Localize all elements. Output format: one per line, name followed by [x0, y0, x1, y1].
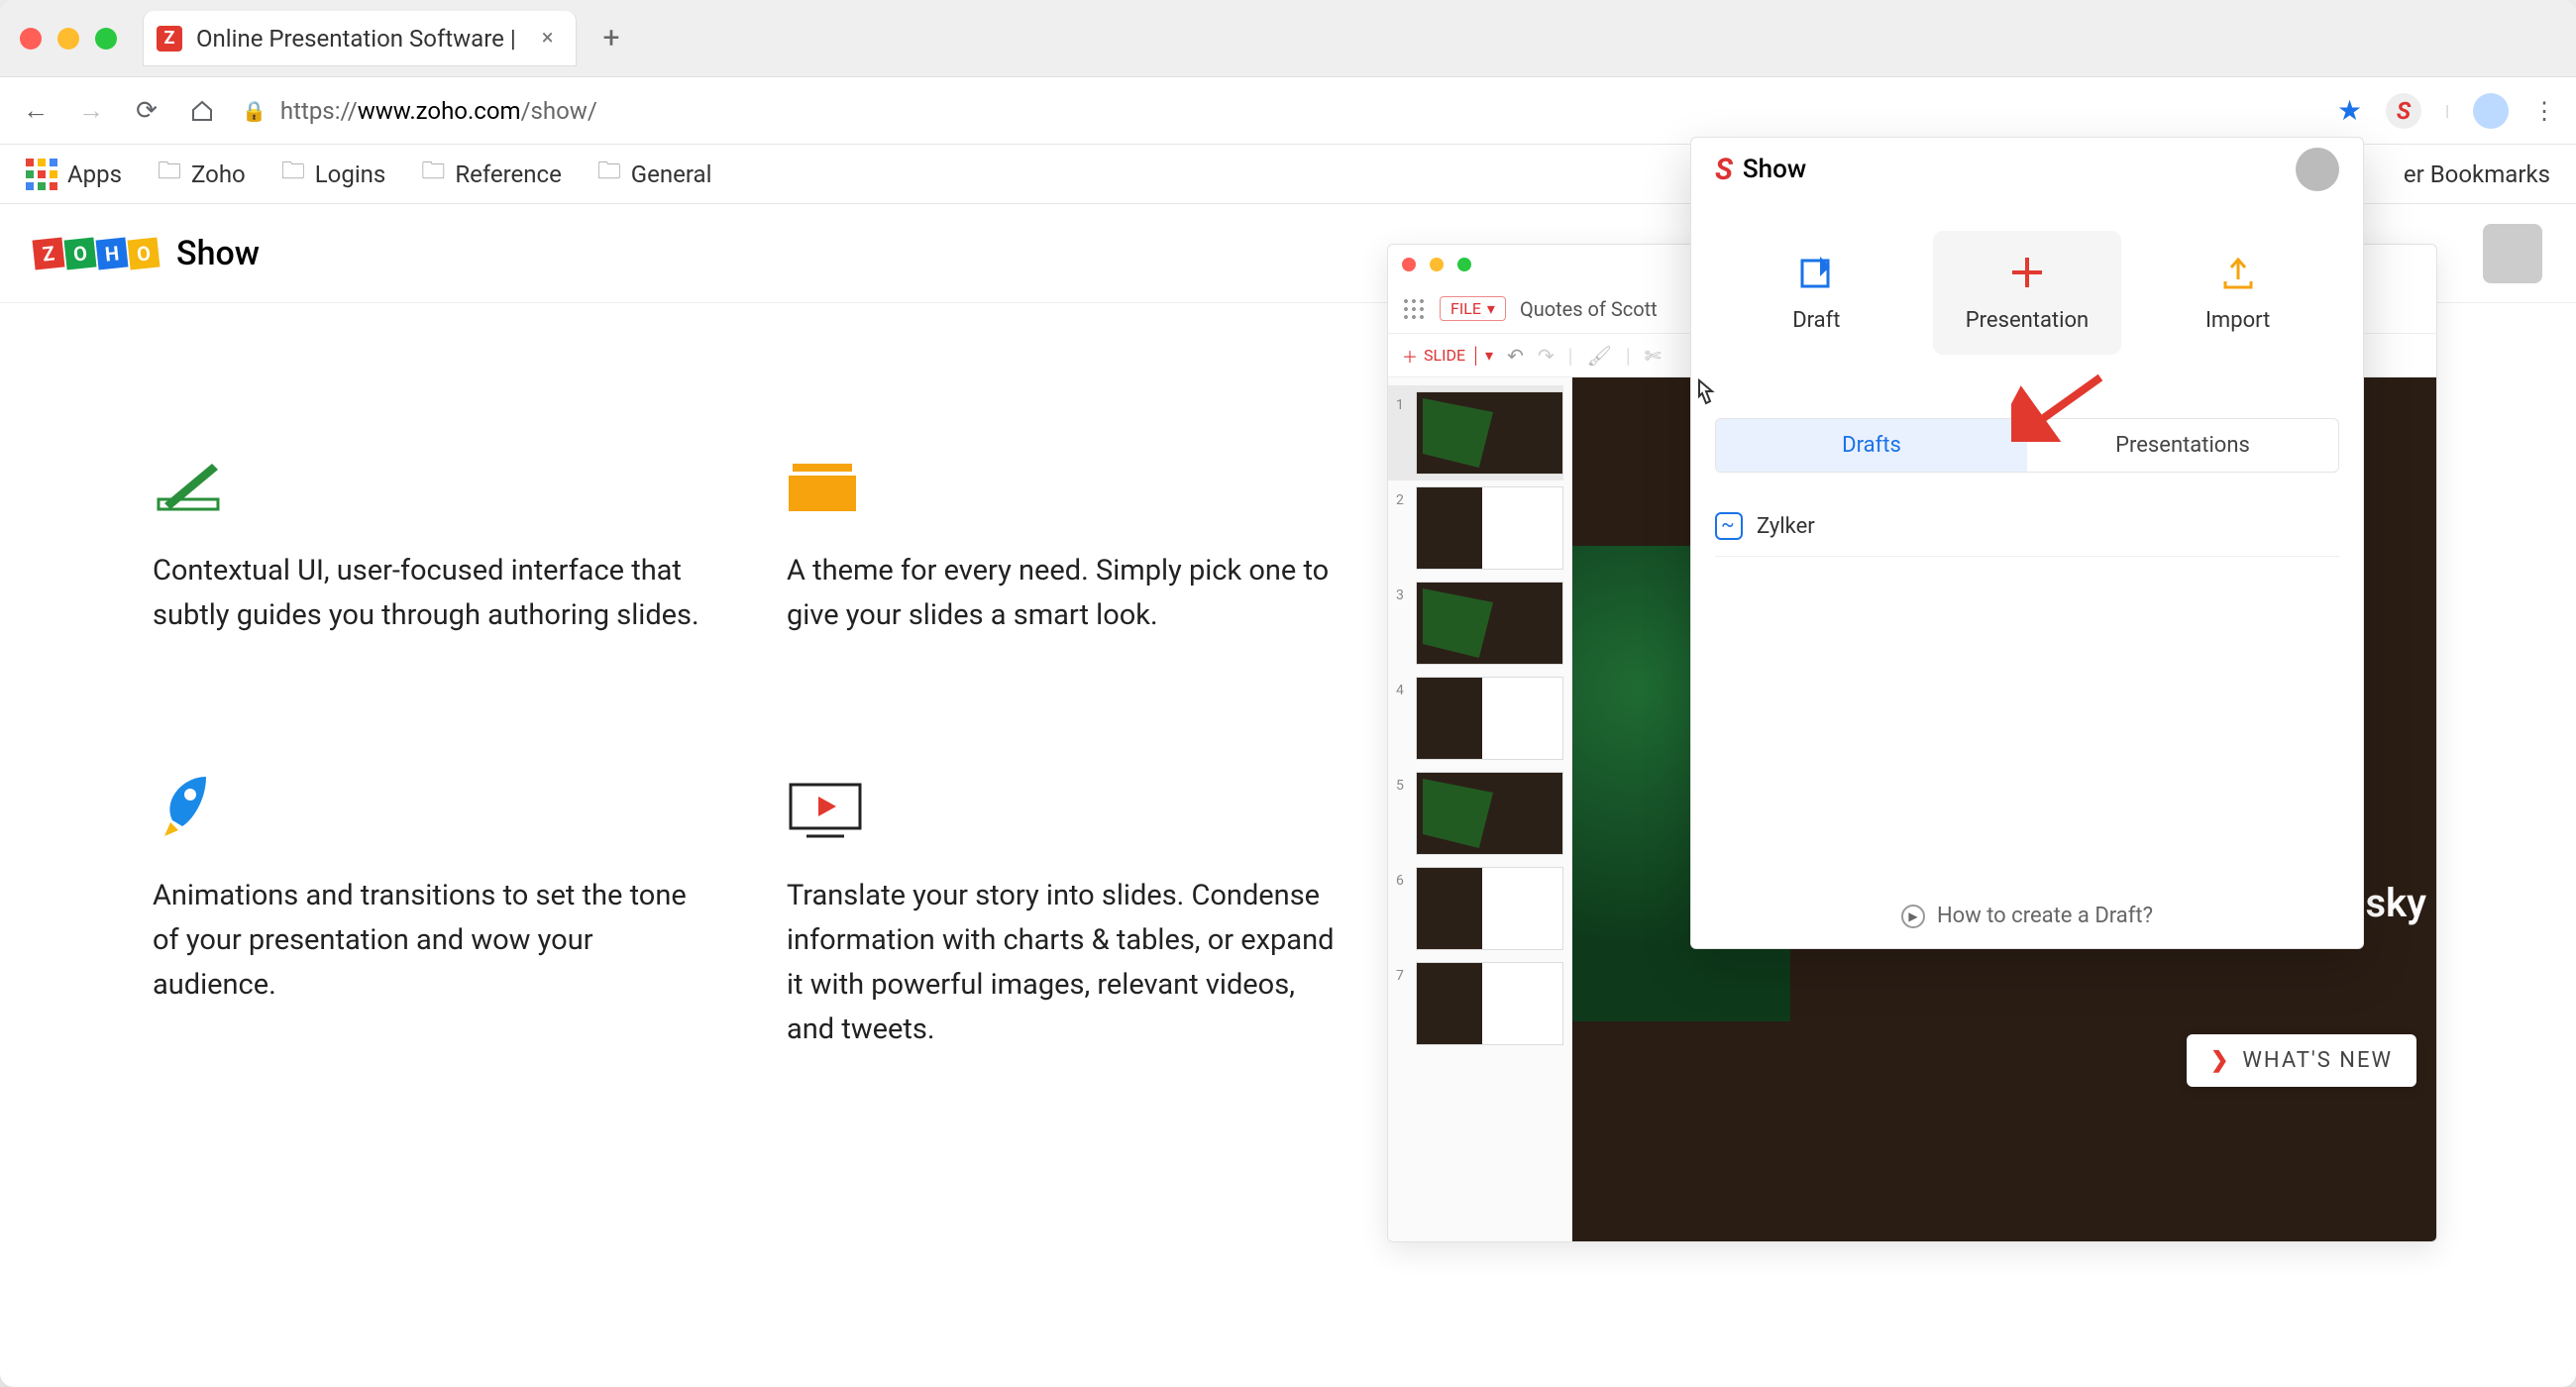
slide-thumb[interactable]: 7 [1388, 956, 1563, 1051]
document-title[interactable]: Quotes of Scott [1520, 297, 1658, 321]
pencil-ruler-icon [153, 452, 707, 515]
upload-icon [2144, 253, 2332, 292]
bookmark-folder-logins[interactable]: 🗀Logins [281, 154, 386, 194]
bookmark-star-icon[interactable]: ★ [2337, 94, 2362, 127]
slide-thumb[interactable]: 1 [1388, 385, 1563, 480]
close-icon [1402, 258, 1416, 271]
cut-icon[interactable]: ✄ [1645, 344, 1662, 368]
url-field[interactable]: 🔒 https://www.zoho.com/show/ [242, 97, 2313, 125]
user-avatar[interactable] [2483, 224, 2542, 283]
minimize-window-icon[interactable] [57, 28, 79, 50]
back-button[interactable]: ← [20, 95, 52, 126]
url-text: https://www.zoho.com/show/ [280, 97, 597, 125]
bookmark-folder-general[interactable]: 🗀General [597, 154, 712, 194]
add-slide-button[interactable]: ＋ SLIDE │ ▾ [1402, 344, 1493, 368]
address-bar: ← → ⟳ 🔒 https://www.zoho.com/show/ ★ S |… [0, 77, 2576, 145]
slide-thumb[interactable]: 6 [1388, 861, 1563, 956]
product-name: Show [176, 234, 260, 273]
howto-link[interactable]: ▶ How to create a Draft? [1691, 904, 2363, 928]
folder-icon: 🗀 [597, 154, 621, 194]
slide-thumb[interactable]: 3 [1388, 576, 1563, 671]
show-extension-icon[interactable]: S [2386, 93, 2421, 129]
show-extension-popup: S Show Draft Presentation Import [1690, 137, 2364, 949]
bookmark-folder-reference[interactable]: 🗀Reference [421, 154, 561, 194]
slide-thumbnails: 1 2 3 4 5 6 7 [1388, 377, 1572, 1242]
slide-thumb[interactable]: 5 [1388, 766, 1563, 861]
home-button[interactable] [186, 99, 218, 123]
feature-text: Contextual UI, user-focused interface th… [153, 549, 707, 638]
feature-card: Translate your story into slides. Conden… [787, 777, 1342, 1052]
tab-title: Online Presentation Software | [196, 25, 516, 53]
format-painter-icon[interactable]: 🖌 [1587, 344, 1612, 368]
redo-icon[interactable]: ↷ [1538, 344, 1555, 368]
profile-avatar-icon[interactable] [2473, 93, 2509, 129]
popup-brand: S Show [1715, 153, 1806, 187]
draft-list-item[interactable]: Zylker [1715, 496, 2339, 557]
show-logo-icon: S [1715, 153, 1733, 187]
action-import[interactable]: Import [2144, 231, 2332, 355]
draft-file-icon [1715, 512, 1743, 540]
folder-icon: 🗀 [421, 154, 445, 194]
feature-card: Animations and transitions to set the to… [153, 777, 707, 1008]
tab-drafts[interactable]: Drafts [1716, 419, 2027, 472]
new-tab-button[interactable]: + [602, 21, 619, 55]
whats-new-button[interactable]: ❯ WHAT'S NEW [2187, 1034, 2416, 1087]
close-window-icon[interactable] [20, 28, 42, 50]
feature-text: Animations and transitions to set the to… [153, 874, 707, 1008]
maximize-window-icon[interactable] [95, 28, 117, 50]
draft-icon [1722, 253, 1910, 292]
bookmark-folder-zoho[interactable]: 🗀Zoho [158, 154, 246, 194]
play-circle-icon: ▶ [1901, 905, 1925, 928]
feature-card: A theme for every need. Simply pick one … [787, 452, 1342, 638]
apps-shortcut[interactable]: Apps [26, 159, 122, 190]
popup-avatar[interactable] [2296, 148, 2339, 191]
popup-actions: Draft Presentation Import [1691, 201, 2363, 394]
folder-icon: 🗀 [158, 154, 181, 194]
slide-thumb[interactable]: 4 [1388, 671, 1563, 766]
plus-icon [1933, 253, 2121, 292]
video-play-icon [787, 777, 1342, 840]
other-bookmarks[interactable]: er Bookmarks [2404, 160, 2550, 188]
chevron-right-icon: ❯ [2210, 1048, 2230, 1073]
minimize-icon [1430, 258, 1444, 271]
rocket-icon [153, 777, 707, 840]
zoho-logo-icon[interactable]: ZOHO [34, 239, 159, 268]
slide-thumb[interactable]: 2 [1388, 480, 1563, 576]
browser-tab[interactable]: Z Online Presentation Software | × [143, 11, 577, 66]
apps-grid-icon [26, 159, 57, 190]
forward-button[interactable]: → [75, 95, 107, 126]
traffic-lights [20, 28, 117, 50]
action-draft[interactable]: Draft [1722, 231, 1910, 355]
undo-icon[interactable]: ↶ [1507, 344, 1524, 368]
feature-card: Contextual UI, user-focused interface th… [153, 452, 707, 638]
reload-button[interactable]: ⟳ [131, 96, 162, 126]
feature-text: A theme for every need. Simply pick one … [787, 549, 1342, 638]
maximize-icon [1457, 258, 1471, 271]
favicon-icon: Z [157, 26, 182, 52]
close-tab-icon[interactable]: × [542, 26, 554, 51]
apps-grid-icon[interactable] [1402, 297, 1426, 321]
annotation-arrow-icon [2011, 373, 2110, 442]
folder-icon: 🗀 [281, 154, 305, 194]
browser-menu-icon[interactable]: ⋮ [2532, 97, 2556, 125]
feature-text: Translate your story into slides. Conden… [787, 874, 1342, 1052]
file-menu[interactable]: FILE▾ [1440, 296, 1506, 321]
action-presentation[interactable]: Presentation [1933, 231, 2121, 355]
lock-icon: 🔒 [242, 99, 267, 123]
window-titlebar: Z Online Presentation Software | × + [0, 0, 2576, 77]
folder-theme-icon [787, 452, 1342, 515]
